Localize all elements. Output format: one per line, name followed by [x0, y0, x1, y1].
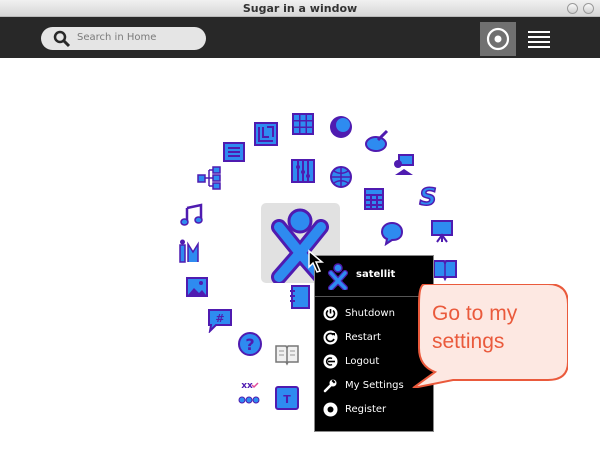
user-name: satellit — [356, 269, 396, 280]
labyrinth-icon[interactable] — [253, 121, 279, 147]
ring-view-icon — [486, 27, 510, 51]
read-book-icon[interactable] — [432, 256, 458, 282]
callout-line-1: Go to my — [432, 302, 518, 325]
memorize-icon[interactable]: xx — [236, 380, 262, 406]
window-titlebar: Sugar in a window — [0, 0, 600, 17]
write-icon[interactable]: # — [207, 307, 233, 333]
svg-text:T: T — [283, 393, 291, 406]
restart-label: Restart — [345, 332, 381, 343]
register-menu-item[interactable]: Register — [321, 400, 431, 420]
svg-text:?: ? — [245, 335, 254, 354]
implode-icon[interactable] — [177, 239, 203, 265]
turtle-art-icon[interactable] — [391, 152, 417, 178]
fototoon-icon[interactable] — [184, 274, 210, 300]
register-label: Register — [345, 404, 387, 415]
window-title: Sugar in a window — [242, 2, 358, 15]
callout-line-2: settings — [432, 330, 505, 353]
notebook-icon[interactable] — [287, 284, 313, 310]
register-icon — [323, 402, 338, 417]
shutdown-icon — [323, 306, 338, 321]
callout-text: Go to my settings — [432, 300, 550, 356]
paint-icon[interactable] — [364, 128, 390, 154]
list-view-button[interactable] — [521, 22, 557, 56]
close-button[interactable] — [583, 3, 594, 14]
svg-text:S: S — [419, 183, 436, 209]
chat-icon[interactable] — [379, 220, 405, 246]
list-view-icon — [528, 31, 550, 48]
minimize-button[interactable] — [567, 3, 578, 14]
restart-icon — [323, 330, 338, 345]
typing-turtle-icon[interactable]: T — [274, 385, 300, 411]
search-input[interactable]: Search in Home — [41, 27, 206, 50]
logout-label: Logout — [345, 356, 380, 367]
search-icon — [53, 30, 71, 48]
abacus-icon[interactable] — [290, 158, 316, 184]
presentation-icon[interactable] — [429, 218, 455, 244]
svg-text:xx: xx — [241, 381, 253, 391]
logout-icon — [323, 354, 338, 369]
browse-icon[interactable] — [328, 164, 354, 190]
music-icon[interactable] — [179, 202, 205, 228]
help-icon[interactable]: ? — [237, 331, 263, 357]
favorites-view-button[interactable] — [480, 22, 516, 56]
shutdown-label: Shutdown — [345, 308, 395, 319]
journal-list-icon[interactable] — [221, 139, 247, 165]
svg-text:#: # — [215, 312, 224, 325]
wrench-icon — [323, 379, 337, 393]
finance-icon[interactable] — [361, 186, 387, 212]
open-book-icon[interactable] — [274, 341, 300, 367]
home-toolbar: Search in Home — [0, 17, 600, 58]
my-settings-label: My Settings — [345, 380, 404, 391]
mouse-pointer-icon — [308, 249, 325, 273]
search-placeholder: Search in Home — [77, 32, 157, 43]
tree-icon[interactable] — [196, 165, 222, 191]
moon-icon[interactable] — [328, 114, 354, 140]
speak-icon[interactable]: S — [415, 183, 441, 209]
calculator-icon[interactable] — [290, 111, 316, 137]
